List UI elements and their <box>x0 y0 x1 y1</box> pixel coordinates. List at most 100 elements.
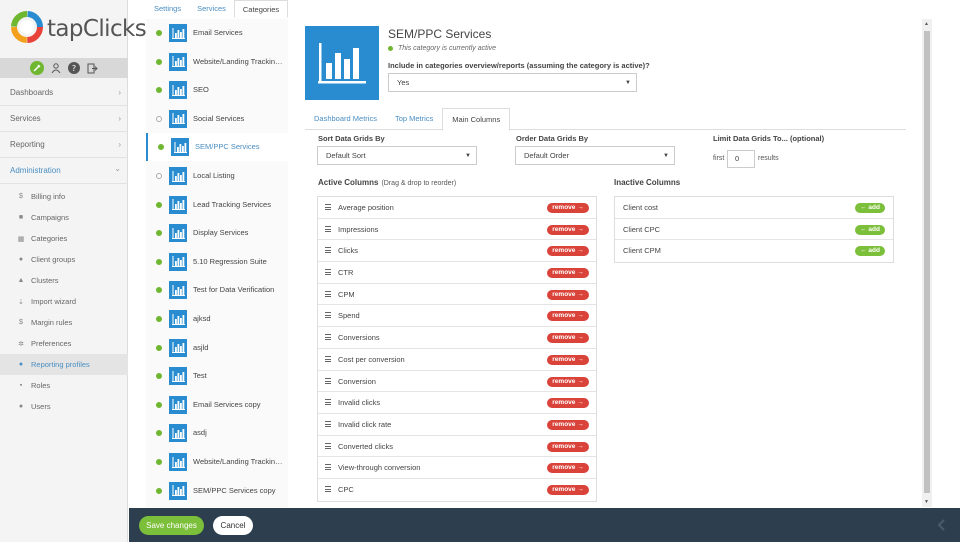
sort-select[interactable]: Default Sort ▼ <box>317 146 477 165</box>
drag-handle-icon[interactable] <box>325 290 331 297</box>
category-item[interactable]: 5.10 Regression Suite <box>146 248 288 276</box>
tab-services[interactable]: Services <box>189 0 234 18</box>
category-item[interactable]: Test for Data Verification <box>146 276 288 304</box>
category-item[interactable]: asjld <box>146 334 288 362</box>
remove-column-button[interactable]: remove → <box>547 224 589 235</box>
remove-column-button[interactable]: remove → <box>547 376 589 387</box>
remove-column-button[interactable]: remove → <box>547 463 589 474</box>
save-button[interactable]: Save changes <box>139 516 204 535</box>
drag-handle-icon[interactable] <box>325 355 331 362</box>
remove-column-button[interactable]: remove → <box>547 398 589 409</box>
drag-handle-icon[interactable] <box>325 377 331 384</box>
settings-icon[interactable] <box>30 61 44 75</box>
category-item[interactable]: Lead Tracking Services <box>146 191 288 219</box>
category-item[interactable]: Local Listing <box>146 162 288 190</box>
category-item[interactable]: Social Services <box>146 105 288 133</box>
tab-main-columns[interactable]: Main Columns <box>442 108 511 131</box>
remove-column-button[interactable]: remove → <box>547 441 589 452</box>
sidebar-item-reporting-profiles[interactable]: ● Reporting profiles <box>0 354 128 375</box>
drag-handle-icon[interactable] <box>325 485 331 492</box>
add-column-button[interactable]: ← add <box>855 246 885 257</box>
drag-handle-icon[interactable] <box>325 334 331 341</box>
collapse-icon[interactable] <box>936 519 948 531</box>
active-column-row[interactable]: CTR remove → <box>318 262 596 284</box>
remove-column-button[interactable]: remove → <box>547 484 589 495</box>
cancel-button[interactable]: Cancel <box>213 516 253 535</box>
user-icon[interactable] <box>49 61 63 75</box>
active-column-row[interactable]: Clicks remove → <box>318 240 596 263</box>
include-select[interactable]: Yes ▼ <box>388 73 637 92</box>
tab-dashboard-metrics[interactable]: Dashboard Metrics <box>305 108 386 130</box>
sidebar-item-margin-rules[interactable]: $ Margin rules <box>0 312 128 333</box>
category-item[interactable]: Email Services <box>146 19 288 47</box>
active-column-row[interactable]: Conversions remove → <box>318 327 596 349</box>
active-column-row[interactable]: View-through conversion remove → <box>318 457 596 479</box>
category-item[interactable]: Test <box>146 362 288 390</box>
help-icon[interactable]: ? <box>67 61 81 75</box>
sidebar-item-users[interactable]: ● Users <box>0 396 128 417</box>
sidebar-item-categories[interactable]: ▦ Categories <box>0 228 128 249</box>
category-item[interactable]: Email Services copy <box>146 391 288 419</box>
tab-settings[interactable]: Settings <box>146 0 189 18</box>
active-column-row[interactable]: CPC remove → <box>318 479 596 501</box>
scrollbar[interactable]: ▲ ▼ <box>922 19 932 507</box>
sidebar-item-roles[interactable]: ▪ Roles <box>0 375 128 396</box>
remove-column-button[interactable]: remove → <box>547 419 589 430</box>
drag-handle-icon[interactable] <box>325 399 331 406</box>
add-column-button[interactable]: ← add <box>855 224 885 235</box>
remove-column-button[interactable]: remove → <box>547 289 589 300</box>
active-column-row[interactable]: Spend remove → <box>318 305 596 328</box>
category-item[interactable]: ajksd <box>146 305 288 333</box>
tab-top-metrics[interactable]: Top Metrics <box>386 108 442 130</box>
category-item[interactable]: Display Services <box>146 219 288 247</box>
drag-handle-icon[interactable] <box>325 247 331 254</box>
drag-handle-icon[interactable] <box>325 269 331 276</box>
sidebar-item-campaigns[interactable]: ■ Campaigns <box>0 207 128 228</box>
drag-handle-icon[interactable] <box>325 225 331 232</box>
sidebar-item-client-groups[interactable]: ● Client groups <box>0 249 128 270</box>
scroll-up-icon[interactable]: ▲ <box>924 21 929 27</box>
active-column-row[interactable]: Cost per conversion remove → <box>318 349 596 371</box>
active-column-row[interactable]: CPM remove → <box>318 284 596 306</box>
nav-services[interactable]: Services › <box>0 106 128 132</box>
drag-handle-icon[interactable] <box>325 464 331 471</box>
inactive-dot-icon <box>156 115 162 122</box>
category-item[interactable]: Website/Landing Tracking... <box>146 48 288 76</box>
scroll-thumb[interactable] <box>924 31 930 493</box>
limit-input[interactable]: 0 <box>727 150 755 168</box>
active-column-row[interactable]: Average position remove → <box>318 197 596 219</box>
drag-handle-icon[interactable] <box>325 204 331 210</box>
remove-column-button[interactable]: remove → <box>547 311 589 322</box>
remove-column-button[interactable]: remove → <box>547 333 589 344</box>
logout-icon[interactable] <box>85 61 99 75</box>
active-column-row[interactable]: Converted clicks remove → <box>318 436 596 458</box>
category-item[interactable]: asdj <box>146 419 288 447</box>
sidebar-item-preferences[interactable]: ✲ Preferences <box>0 333 128 354</box>
nav-reporting[interactable]: Reporting › <box>0 132 128 158</box>
active-column-row[interactable]: Invalid clicks remove → <box>318 392 596 414</box>
nav-administration[interactable]: Administration ⌄ <box>0 158 128 184</box>
category-item[interactable]: SEM/PPC Services <box>146 133 288 162</box>
scroll-down-icon[interactable]: ▼ <box>924 499 929 505</box>
sidebar-item-clusters[interactable]: ▲ Clusters <box>0 270 128 291</box>
tab-categories[interactable]: Categories <box>233 0 289 18</box>
category-item[interactable]: SEM/PPC Services copy <box>146 477 288 505</box>
tapclicks-logo[interactable]: tapClicks <box>10 10 147 48</box>
remove-column-button[interactable]: remove → <box>547 203 589 213</box>
category-item[interactable]: Website/Landing Tracking... <box>146 448 288 476</box>
nav-dashboards[interactable]: Dashboards › <box>0 80 128 106</box>
active-column-row[interactable]: Conversion remove → <box>318 371 596 393</box>
sidebar-item-billing-info[interactable]: $ Billing info <box>0 186 128 207</box>
drag-handle-icon[interactable] <box>325 312 331 319</box>
drag-handle-icon[interactable] <box>325 442 331 449</box>
remove-column-button[interactable]: remove → <box>547 246 589 257</box>
category-item[interactable]: SEO <box>146 76 288 104</box>
drag-handle-icon[interactable] <box>325 420 331 427</box>
active-column-row[interactable]: Invalid click rate remove → <box>318 414 596 436</box>
remove-column-button[interactable]: remove → <box>547 354 589 365</box>
sidebar-item-import-wizard[interactable]: ⇣ Import wizard <box>0 291 128 312</box>
remove-column-button[interactable]: remove → <box>547 268 589 279</box>
order-select[interactable]: Default Order ▼ <box>515 146 675 165</box>
add-column-button[interactable]: ← add <box>855 203 885 213</box>
active-column-row[interactable]: Impressions remove → <box>318 219 596 241</box>
